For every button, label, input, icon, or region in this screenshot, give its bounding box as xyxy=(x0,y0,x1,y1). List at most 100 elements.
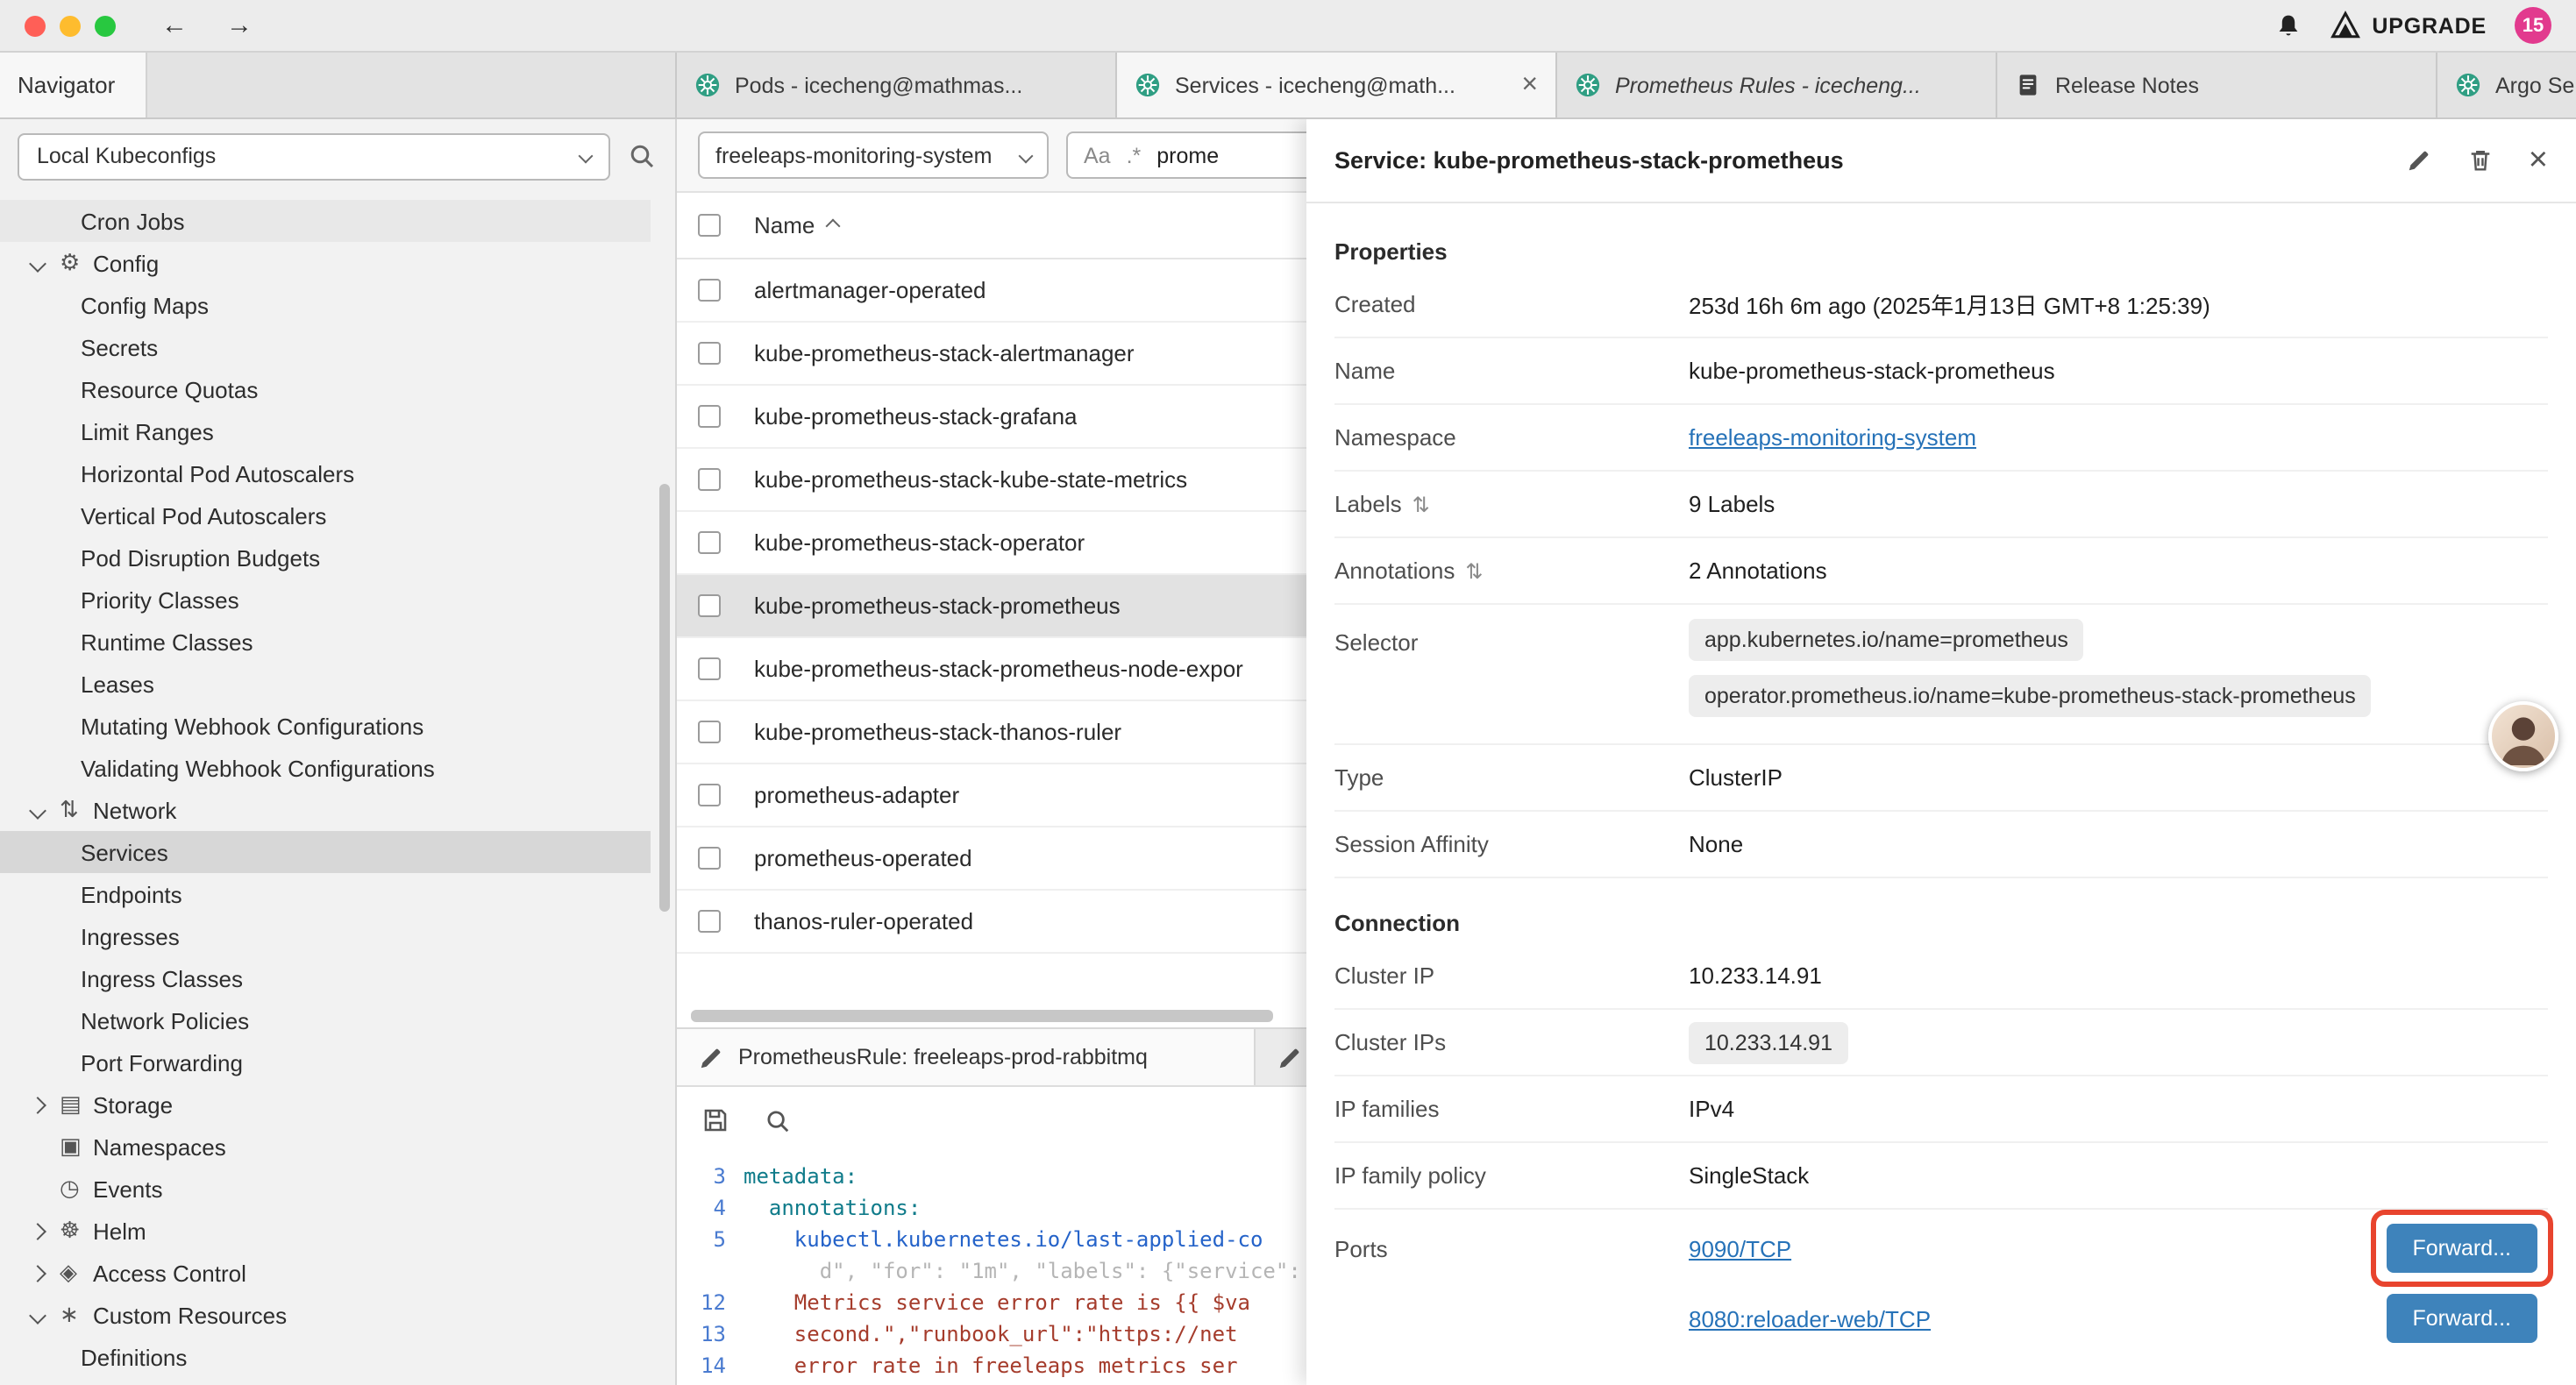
chevron-down-icon xyxy=(1019,148,1034,163)
table-row[interactable]: prometheus-operated xyxy=(677,827,1306,891)
select-checkbox[interactable] xyxy=(698,342,721,365)
table-row[interactable]: alertmanager-operated xyxy=(677,259,1306,323)
sidebar-item[interactable]: Definitions xyxy=(0,1336,651,1378)
port-link[interactable]: 9090/TCP xyxy=(1689,1235,1791,1261)
sidebar-item[interactable]: ☸ Helm xyxy=(0,1210,651,1252)
sidebar-item[interactable]: ▤ Storage xyxy=(0,1083,651,1126)
sidebar-item[interactable]: Endpoints xyxy=(0,873,651,915)
editor-search-icon[interactable] xyxy=(765,1107,791,1133)
select-checkbox[interactable] xyxy=(698,657,721,680)
sidebar-item[interactable]: Ingresses xyxy=(0,915,651,957)
regex-toggle[interactable]: .* xyxy=(1127,143,1142,167)
sidebar-item[interactable]: Mutating Webhook Configurations xyxy=(0,705,651,747)
select-checkbox[interactable] xyxy=(698,279,721,302)
match-case-toggle[interactable]: Aa xyxy=(1084,143,1111,167)
table-row[interactable]: kube-prometheus-stack-alertmanager xyxy=(677,323,1306,386)
editor-tab[interactable]: Argo Se xyxy=(2437,53,2576,117)
save-icon[interactable] xyxy=(701,1106,729,1134)
close-icon[interactable]: × xyxy=(2529,144,2548,177)
select-checkbox[interactable] xyxy=(698,594,721,617)
select-checkbox[interactable] xyxy=(698,468,721,491)
back-button[interactable]: ← xyxy=(161,11,188,40)
sidebar-scrollbar[interactable] xyxy=(659,484,670,912)
sidebar-item[interactable]: Cron Jobs xyxy=(0,200,651,242)
dock-tab-prometheusrule[interactable]: PrometheusRule: freeleaps-prod-rabbitmq xyxy=(677,1029,1256,1085)
editor-tab[interactable]: Services - icecheng@math... xyxy=(1117,53,1557,117)
table-row[interactable]: thanos-ruler-operated xyxy=(677,891,1306,954)
editor-tab[interactable]: Release Notes xyxy=(1997,53,2437,117)
sidebar-item[interactable]: ∗ Custom Resources xyxy=(0,1294,651,1336)
sidebar-item[interactable]: Runtime Classes xyxy=(0,621,651,663)
sidebar-item[interactable]: Port Forwarding xyxy=(0,1041,651,1083)
sidebar-item[interactable]: Ingress Classes xyxy=(0,957,651,999)
navigator-panel-tab[interactable]: Navigator xyxy=(0,53,147,117)
document-icon xyxy=(2015,72,2041,98)
chevron-icon xyxy=(32,242,60,284)
search-input[interactable]: Aa .* prome xyxy=(1066,131,1306,179)
forward-button[interactable]: Forward... xyxy=(2386,1224,2537,1273)
expand-icon[interactable]: ⇅ xyxy=(1413,492,1430,516)
code-line: 5 kubectl.kubernetes.io/last-applied-co xyxy=(677,1224,1306,1255)
sidebar-item[interactable]: Network Policies xyxy=(0,999,651,1041)
sidebar-item[interactable]: Secrets xyxy=(0,326,651,368)
sidebar-item[interactable]: Services xyxy=(0,831,651,873)
kubeconfig-select[interactable]: Local Kubeconfigs xyxy=(18,132,610,180)
sidebar-item[interactable]: Leases xyxy=(0,663,651,705)
namespace-filter-select[interactable]: freeleaps-monitoring-system xyxy=(698,131,1049,179)
user-avatar[interactable] xyxy=(2488,701,2558,771)
line-number: 3 xyxy=(677,1161,744,1192)
table-row[interactable]: kube-prometheus-stack-prometheus xyxy=(677,575,1306,638)
table-row[interactable]: kube-prometheus-stack-grafana xyxy=(677,386,1306,449)
notifications-bell-icon[interactable] xyxy=(2274,11,2302,39)
editor-tab[interactable]: Prometheus Rules - icecheng... xyxy=(1557,53,1997,117)
expand-icon[interactable]: ⇅ xyxy=(1465,558,1483,583)
upgrade-button[interactable]: UPGRADE xyxy=(2330,11,2487,40)
select-checkbox[interactable] xyxy=(698,847,721,870)
table-row[interactable]: kube-prometheus-stack-kube-state-metrics xyxy=(677,449,1306,512)
table-row[interactable]: kube-prometheus-stack-prometheus-node-ex… xyxy=(677,638,1306,701)
delete-trash-icon[interactable] xyxy=(2467,147,2494,174)
editor-tab[interactable]: Pods - icecheng@mathmas... xyxy=(677,53,1117,117)
name-column-header[interactable]: Name xyxy=(754,212,837,238)
sidebar-item[interactable]: ⇅ Network xyxy=(0,789,651,831)
sidebar-item[interactable]: Priority Classes xyxy=(0,579,651,621)
dock-tab-stub[interactable] xyxy=(1256,1029,1306,1085)
select-checkbox[interactable] xyxy=(698,531,721,554)
notification-count-badge[interactable]: 15 xyxy=(2515,7,2551,44)
sidebar-item[interactable]: Pod Disruption Budgets xyxy=(0,536,651,579)
tab-close-icon[interactable] xyxy=(1521,71,1538,99)
forward-button[interactable]: → xyxy=(226,11,253,40)
horizontal-scrollbar[interactable] xyxy=(691,1010,1273,1022)
yaml-editor[interactable]: 3 metadata: 4 annotations: 5 kubectl.kub… xyxy=(677,1154,1306,1385)
sidebar-item[interactable]: Horizontal Pod Autoscalers xyxy=(0,452,651,494)
detail-row-type: Type ClusterIP xyxy=(1334,745,2548,812)
close-window-button[interactable] xyxy=(25,15,46,36)
sidebar-item[interactable]: ▣ Namespaces xyxy=(0,1126,651,1168)
sidebar-item[interactable]: Validating Webhook Configurations xyxy=(0,747,651,789)
namespace-link[interactable]: freeleaps-monitoring-system xyxy=(1689,424,1976,451)
forward-button[interactable]: Forward... xyxy=(2386,1294,2537,1343)
table-row[interactable]: prometheus-adapter xyxy=(677,764,1306,827)
chevron-icon xyxy=(32,1210,60,1252)
edit-pencil-icon[interactable] xyxy=(2406,147,2432,174)
sidebar-item[interactable]: Limit Ranges xyxy=(0,410,651,452)
minimize-window-button[interactable] xyxy=(60,15,81,36)
table-row[interactable]: kube-prometheus-stack-thanos-ruler xyxy=(677,701,1306,764)
sidebar-item[interactable]: Vertical Pod Autoscalers xyxy=(0,494,651,536)
sidebar-item[interactable]: ◷ Events xyxy=(0,1168,651,1210)
sidebar-item[interactable]: ◈ Access Control xyxy=(0,1252,651,1294)
select-all-checkbox[interactable] xyxy=(698,214,721,237)
table-row[interactable]: kube-prometheus-stack-operator xyxy=(677,512,1306,575)
select-checkbox[interactable] xyxy=(698,721,721,743)
port-link[interactable]: 8080:reloader-web/TCP xyxy=(1689,1305,1931,1332)
detail-panel-title: Service: kube-prometheus-stack-prometheu… xyxy=(1334,147,1844,174)
search-icon[interactable] xyxy=(628,142,656,170)
select-checkbox[interactable] xyxy=(698,910,721,933)
sidebar-item[interactable]: Resource Quotas xyxy=(0,368,651,410)
select-checkbox[interactable] xyxy=(698,405,721,428)
sidebar-item[interactable]: Config Maps xyxy=(0,284,651,326)
config-icon: ⚙ xyxy=(60,249,93,277)
zoom-window-button[interactable] xyxy=(95,15,116,36)
sidebar-item[interactable]: ⚙ Config xyxy=(0,242,651,284)
select-checkbox[interactable] xyxy=(698,784,721,806)
